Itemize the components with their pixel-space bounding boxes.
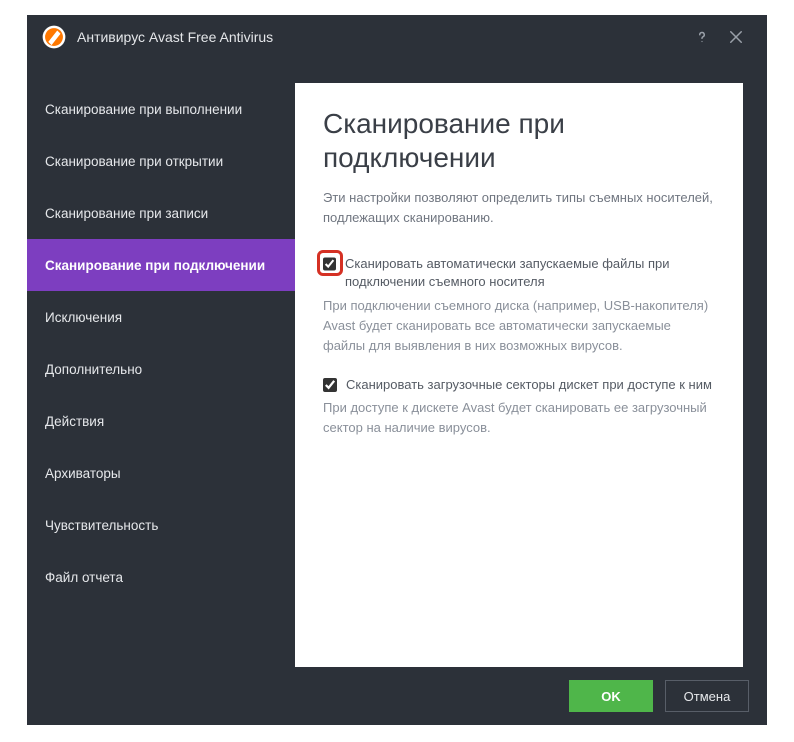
sidebar-item-report-file[interactable]: Файл отчета [27,551,295,603]
sidebar-item-exclusions[interactable]: Исключения [27,291,295,343]
page-intro: Эти настройки позволяют определить типы … [323,188,715,227]
avast-logo-icon [41,24,67,50]
sidebar: Сканирование при выполнении Сканирование… [27,59,295,667]
option-bootsector-desc: При доступе к дискете Avast будет сканир… [323,398,715,438]
sidebar-item-scan-on-open[interactable]: Сканирование при открытии [27,135,295,187]
settings-window: Антивирус Avast Free Antivirus Сканирова… [27,15,767,725]
sidebar-item-advanced[interactable]: Дополнительно [27,343,295,395]
option-autorun: Сканировать автоматически запускаемые фа… [323,255,715,356]
option-bootsector-label: Сканировать загрузочные секторы дискет п… [346,376,712,394]
sidebar-item-sensitivity[interactable]: Чувствительность [27,499,295,551]
sidebar-item-actions[interactable]: Действия [27,395,295,447]
sidebar-item-label: Сканирование при записи [45,206,208,221]
sidebar-item-label: Дополнительно [45,362,142,377]
sidebar-item-label: Сканирование при открытии [45,154,223,169]
titlebar: Антивирус Avast Free Antivirus [27,15,767,59]
ok-button[interactable]: OK [569,680,653,712]
cancel-button[interactable]: Отмена [665,680,749,712]
option-bootsector-checkbox[interactable] [323,378,337,392]
option-autorun-row[interactable]: Сканировать автоматически запускаемые фа… [323,255,715,291]
sidebar-item-label: Сканирование при подключении [45,258,265,273]
sidebar-item-label: Файл отчета [45,570,123,585]
help-icon[interactable] [685,20,719,54]
option-autorun-checkbox[interactable] [323,257,336,271]
content-panel: Сканирование при подключении Эти настрой… [295,83,743,667]
sidebar-item-archivers[interactable]: Архиваторы [27,447,295,499]
option-bootsector-row[interactable]: Сканировать загрузочные секторы дискет п… [323,376,715,394]
sidebar-item-label: Сканирование при выполнении [45,102,242,117]
dialog-body: Сканирование при выполнении Сканирование… [27,59,767,667]
option-autorun-desc: При подключении съемного диска (например… [323,296,715,356]
sidebar-item-scan-on-connect[interactable]: Сканирование при подключении [27,239,295,291]
option-bootsector: Сканировать загрузочные секторы дискет п… [323,376,715,438]
sidebar-item-label: Чувствительность [45,518,158,533]
close-icon[interactable] [719,20,753,54]
content-wrap: Сканирование при подключении Эти настрой… [295,59,767,667]
option-autorun-label: Сканировать автоматически запускаемые фа… [345,255,715,291]
page-title: Сканирование при подключении [323,107,715,174]
sidebar-item-label: Исключения [45,310,122,325]
sidebar-item-scan-on-write[interactable]: Сканирование при записи [27,187,295,239]
sidebar-item-label: Действия [45,414,104,429]
sidebar-item-scan-on-exec[interactable]: Сканирование при выполнении [27,83,295,135]
window-title: Антивирус Avast Free Antivirus [77,29,273,45]
footer: OK Отмена [27,667,767,725]
sidebar-item-label: Архиваторы [45,466,121,481]
